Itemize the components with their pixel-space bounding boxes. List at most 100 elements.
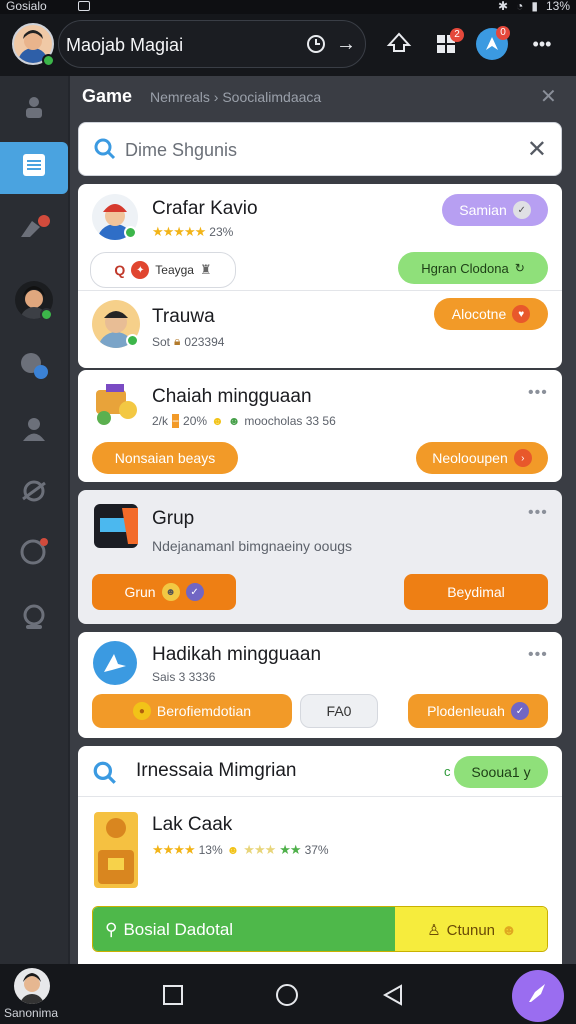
app-header: Maojab Magiai → 2 0 ••• (0, 14, 576, 76)
search-bar[interactable]: Dime Shgunis ✕ (78, 122, 562, 176)
weekly-mid-button[interactable]: FA0 (300, 694, 378, 728)
app-title: Maojab Magiai (66, 35, 184, 55)
status-button[interactable]: Samian ✓ (442, 194, 548, 226)
smile-icon-2: ☻ (161, 583, 180, 601)
bell-icon: ♙ (427, 922, 441, 939)
shield-icon: ✓ (185, 583, 204, 601)
tools-icon (18, 213, 50, 248)
recents-icon[interactable] (160, 982, 186, 1008)
search-card-title[interactable]: Irnessaia Mimgrian (136, 760, 297, 782)
back-icon[interactable] (380, 982, 406, 1008)
user-name-2[interactable]: Trauwa (152, 306, 215, 328)
user-list-card: Crafar Kavio ★★★★★ 23% Samian ✓ Q ✦ Teay… (78, 184, 562, 368)
item-title[interactable]: Lak Caak (152, 814, 232, 836)
treasure-chest-icon[interactable] (92, 810, 140, 895)
search-icon (93, 137, 117, 166)
compose-fab[interactable] (512, 970, 564, 1022)
more-icon-3[interactable]: ••• (528, 646, 548, 664)
user-rating: ★★★★★ 23% (152, 224, 233, 240)
planet-icon (20, 477, 48, 512)
star-rating-icon: ★★★★★ (152, 224, 206, 239)
green-action-button[interactable]: Hgran Clodona ↻ (398, 252, 548, 284)
cloud-icon[interactable] (384, 28, 414, 58)
bottom-avatar[interactable] (14, 968, 50, 1004)
social-pill[interactable]: Sooua1 y (454, 756, 548, 788)
search-input[interactable]: Dime Shgunis (125, 140, 237, 161)
tag-chip[interactable]: Q ✦ Teayga ♜ (90, 252, 236, 288)
profile-label: Sanonima (4, 1006, 59, 1020)
battery-text: 13% (545, 0, 570, 13)
weekly-left-button[interactable]: ● Berofiemdotian (92, 694, 292, 728)
sidebar-item-users[interactable] (0, 406, 68, 458)
clear-icon[interactable]: ✕ (527, 135, 547, 164)
coin-icon: − (172, 414, 180, 428)
fire-icon: ✦ (131, 261, 150, 279)
close-icon[interactable]: ✕ (540, 84, 557, 109)
search-icon-3: ⚲ (105, 920, 118, 939)
game-right-label: Neolooupen (432, 450, 508, 466)
search-card: Irnessaia Mimgrian c Sooua1 y Lak Caak ★… (78, 746, 562, 964)
clock-icon[interactable] (304, 32, 328, 56)
more-icon-2[interactable]: ••• (528, 504, 548, 522)
item-rating-1: 13% (198, 843, 223, 857)
star-rating-icon-2: ★★★★ (152, 842, 196, 857)
star-rating-icon-4: ★★ (279, 842, 301, 857)
star-badge-icon[interactable] (92, 640, 138, 691)
sidebar-item-chat[interactable] (0, 342, 68, 394)
game-card: Chaiah mingguaan 2/k − 20% ☻ ☻ moocholas… (78, 370, 562, 482)
game-title[interactable]: Chaiah mingguaan (152, 386, 312, 408)
signal-icon: ▮ (531, 0, 538, 13)
meta-value: 023394 (184, 334, 225, 349)
weekly-meta: Sais 3 3336 (152, 670, 216, 684)
treasure-icon[interactable] (92, 380, 140, 433)
sidebar-item-list[interactable] (0, 142, 68, 194)
group-detail-button[interactable]: Beydimal (404, 574, 548, 610)
emoji-icon: ☻ (227, 414, 241, 428)
weekly-mid-label: FA0 (326, 703, 352, 719)
action-button-2[interactable]: Alocotne ♥ (434, 298, 548, 330)
status-title: Gosialo (6, 0, 47, 13)
status-dot-icon: c (444, 764, 451, 779)
more-icon[interactable]: ••• (528, 384, 548, 402)
group-title[interactable]: Grup (152, 508, 194, 530)
sidebar-item-home[interactable] (0, 84, 68, 136)
sidebar-item-support[interactable] (0, 594, 68, 646)
social-button[interactable]: ⚲ Bosial Dadotal (93, 907, 395, 951)
online-status-icon (124, 226, 137, 239)
weekly-card: Hadikah mingguaan Sais 3 3336 ••• ● Bero… (78, 632, 562, 738)
online-status-icon-2 (126, 334, 139, 347)
coin-button[interactable]: ♙ Ctunun ☻ (395, 907, 547, 951)
sidebar-item-notifications[interactable] (0, 528, 68, 580)
home-nav-icon[interactable] (274, 982, 300, 1008)
smile-icon-3: ☻ (226, 843, 240, 857)
meta-prefix: Sot (152, 334, 171, 349)
weekly-right-button[interactable]: Plodenleuah ✓ (408, 694, 548, 728)
user-name[interactable]: Crafar Kavio (152, 198, 258, 220)
meta-3: moocholas 33 56 (244, 414, 336, 428)
weekly-title[interactable]: Hadikah mingguaan (152, 644, 321, 666)
status-label: Samian (459, 202, 507, 218)
group-join-button[interactable]: Grun ☻ ✓ (92, 574, 236, 610)
item-rating-2: 37% (304, 843, 329, 857)
breadcrumb-root[interactable]: Game (82, 86, 132, 107)
list-icon (20, 151, 48, 186)
game-right-button[interactable]: Neolooupen › (416, 442, 548, 474)
sidebar-item-explore[interactable] (0, 468, 68, 520)
more-icon[interactable]: ••• (528, 32, 556, 56)
star-rating-icon-3: ★★★ (243, 842, 276, 857)
shield-icon-2: ✓ (510, 702, 529, 720)
grid-badge: 2 (450, 28, 464, 42)
game-left-button[interactable]: Nonsaian beays (92, 442, 238, 474)
tag-label: Teayga (155, 263, 194, 277)
group-app-icon[interactable] (92, 502, 140, 555)
arrow-right-icon[interactable]: → (334, 32, 358, 56)
search-icon-2[interactable] (92, 760, 118, 791)
support-icon (20, 603, 48, 638)
divider-2 (78, 796, 562, 797)
rating-value: 23% (209, 225, 234, 239)
sidebar-item-tools[interactable] (0, 204, 68, 256)
user-meta-2: Sot 🔒︎ 023394 (152, 334, 224, 349)
breadcrumb[interactable]: Nemreals › Soocialimdaaca (150, 89, 321, 105)
sidebar-item-profile[interactable] (0, 274, 68, 326)
divider (78, 290, 562, 291)
